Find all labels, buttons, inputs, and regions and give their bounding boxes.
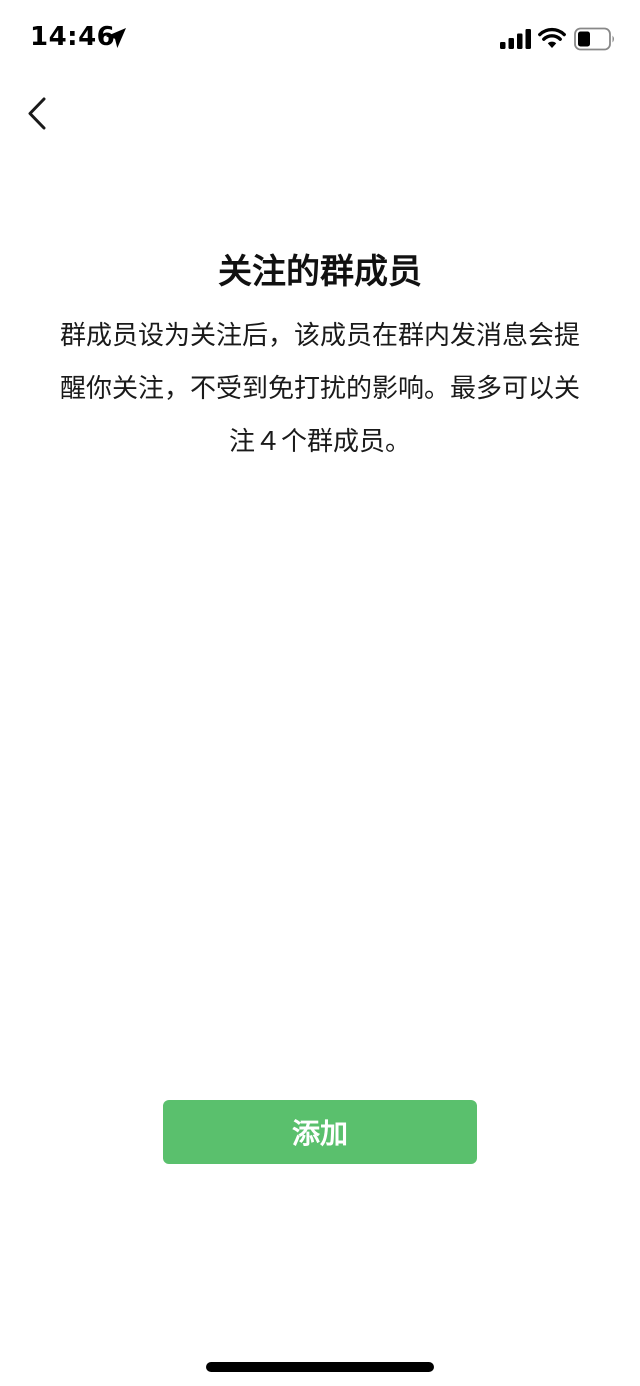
home-indicator: [206, 1362, 434, 1372]
screen: 14:46 关注的群成员 群成员设为关注后，该成员在群内发消息会提醒你关注，不受…: [0, 0, 640, 1386]
status-bar: 14:46: [0, 0, 640, 80]
back-button[interactable]: [18, 90, 62, 138]
add-button[interactable]: 添加: [163, 1100, 477, 1164]
description-text: 群成员设为关注后，该成员在群内发消息会提醒你关注，不受到免打扰的影响。最多可以关…: [59, 321, 580, 457]
location-arrow-icon: [106, 28, 126, 48]
chevron-left-icon: [28, 97, 46, 130]
page-title: 关注的群成员: [218, 252, 422, 292]
cellular-signal-icon: [500, 29, 531, 49]
wifi-icon: [538, 27, 566, 48]
battery-icon: [574, 27, 614, 51]
status-time: 14:46: [30, 22, 116, 52]
